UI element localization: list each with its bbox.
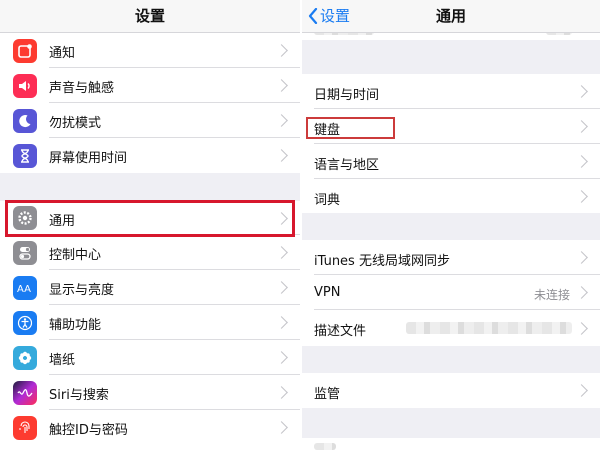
general-item-dictionary[interactable]: 词典	[302, 179, 600, 213]
settings-item-wallpaper[interactable]: 墙纸	[0, 340, 300, 375]
general-item-label: 监管	[314, 387, 341, 402]
flower-icon	[13, 346, 37, 370]
settings-item-label: 通知	[49, 46, 76, 61]
settings-item-label: Siri与搜索	[49, 388, 109, 403]
settings-item-label: 触控ID与密码	[49, 423, 128, 438]
general-item-label: iTunes 无线局域网同步	[314, 254, 450, 269]
obscured-text	[406, 322, 572, 334]
settings-item-label: 控制中心	[49, 248, 102, 263]
chevron-right-icon	[575, 251, 588, 264]
settings-item-label: 显示与亮度	[49, 283, 115, 298]
obscured-text	[314, 443, 336, 450]
chevron-right-icon	[275, 421, 288, 434]
page-title: 通用	[435, 7, 466, 25]
highlight-box	[306, 117, 395, 139]
vpn-status: 未连接	[533, 288, 570, 302]
settings-item-label: 屏幕使用时间	[49, 151, 128, 166]
accessibility-icon	[13, 311, 37, 335]
chevron-right-icon	[275, 149, 288, 162]
settings-item-accessibility[interactable]: 辅助功能	[0, 305, 300, 340]
general-item-profiles[interactable]: 描述文件	[302, 310, 600, 346]
speaker-icon	[13, 74, 37, 98]
chevron-right-icon	[275, 79, 288, 92]
chevron-right-icon	[275, 386, 288, 399]
svg-text:AA: AA	[17, 284, 31, 295]
settings-panel: 设置 通知 声音与触感 勿扰模式 屏幕使用时间 通用 控制中心 AA 显示与亮度…	[0, 0, 300, 450]
moon-icon	[13, 109, 37, 133]
siri-icon	[13, 381, 37, 405]
chevron-right-icon	[575, 384, 588, 397]
settings-item-notifications[interactable]: 通知	[0, 33, 300, 68]
settings-item-label: 墙纸	[49, 353, 76, 368]
general-nav-bar: 设置 通用	[302, 0, 600, 33]
general-item-supervision[interactable]: 监管	[302, 373, 600, 408]
chevron-right-icon	[575, 85, 588, 98]
chevron-right-icon	[575, 155, 588, 168]
chevron-right-icon	[275, 281, 288, 294]
settings-item-label: 声音与触感	[49, 81, 115, 96]
text-size-icon: AA	[13, 276, 37, 300]
chevron-right-icon	[275, 114, 288, 127]
chevron-right-icon	[275, 246, 288, 259]
settings-item-do-not-disturb[interactable]: 勿扰模式	[0, 103, 300, 138]
fingerprint-icon	[13, 416, 37, 440]
general-item-label: VPN	[314, 285, 341, 300]
general-item-itunes-wifi-sync[interactable]: iTunes 无线局域网同步	[302, 240, 600, 275]
settings-item-control-center[interactable]: 控制中心	[0, 235, 300, 270]
general-item-label: 词典	[314, 193, 341, 208]
chevron-right-icon	[575, 286, 588, 299]
general-item-date-time[interactable]: 日期与时间	[302, 74, 600, 109]
chevron-right-icon	[575, 322, 588, 335]
settings-item-display-brightness[interactable]: AA 显示与亮度	[0, 270, 300, 305]
general-item-label: 语言与地区	[314, 158, 380, 173]
general-item-vpn[interactable]: VPN 未连接	[302, 275, 600, 310]
page-title: 设置	[134, 7, 165, 25]
settings-item-touch-id-passcode[interactable]: 触控ID与密码	[0, 410, 300, 450]
general-item-label: 日期与时间	[314, 88, 380, 103]
chevron-right-icon	[575, 120, 588, 133]
highlight-box	[5, 200, 295, 237]
settings-item-sounds[interactable]: 声音与触感	[0, 68, 300, 103]
general-panel: 设置 通用 日期与时间 键盘 语言与地区 词典 iTunes 无线局域网同步 V…	[302, 0, 600, 450]
settings-item-label: 勿扰模式	[49, 116, 102, 131]
list-item-partial	[302, 438, 600, 450]
general-item-label: 描述文件	[314, 324, 367, 339]
hourglass-icon	[13, 144, 37, 168]
settings-item-siri-search[interactable]: Siri与搜索	[0, 375, 300, 410]
settings-nav-bar: 设置	[0, 0, 300, 33]
chevron-right-icon	[575, 190, 588, 203]
chevron-right-icon	[275, 316, 288, 329]
chevron-right-icon	[275, 44, 288, 57]
settings-item-label: 辅助功能	[49, 318, 102, 333]
settings-item-screen-time[interactable]: 屏幕使用时间	[0, 138, 300, 173]
toggles-icon	[13, 241, 37, 265]
notifications-icon	[13, 39, 37, 63]
chevron-right-icon	[275, 351, 288, 364]
general-item-language-region[interactable]: 语言与地区	[302, 144, 600, 179]
